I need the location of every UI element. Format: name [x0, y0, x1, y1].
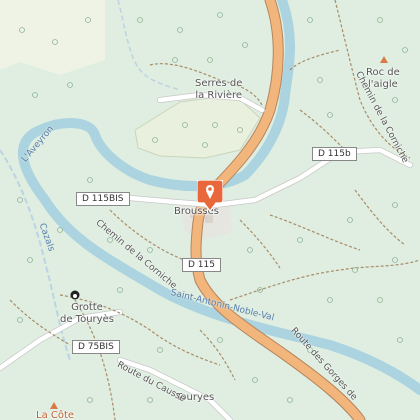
- road-label-d75bis: D 75BIS: [72, 340, 120, 354]
- place-grotte: Grotte de Touryès: [60, 302, 114, 325]
- map-canvas[interactable]: Serres de la Rivière Roc de l'aigle Brou…: [0, 0, 420, 420]
- place-roc-line1: Roc de: [366, 67, 400, 78]
- peak-icon-la-cote: [50, 402, 58, 409]
- place-serres-line1: Serres de: [195, 78, 243, 89]
- road-label-d115: D 115: [182, 258, 221, 272]
- place-serres: Serres de la Rivière: [195, 78, 242, 101]
- road-d115b: [127, 147, 413, 208]
- place-grotte-line1: Grotte: [71, 302, 103, 313]
- place-grotte-line2: de Touryès: [60, 313, 114, 325]
- road-label-d115bis: D 115BIS: [76, 192, 130, 206]
- location-pin-icon[interactable]: [197, 180, 223, 212]
- peak-icon: [380, 56, 388, 63]
- place-la-cote: La Côte: [36, 410, 75, 420]
- road-label-d115b: D 115b: [312, 147, 357, 161]
- place-serres-line2: la Rivière: [195, 89, 243, 101]
